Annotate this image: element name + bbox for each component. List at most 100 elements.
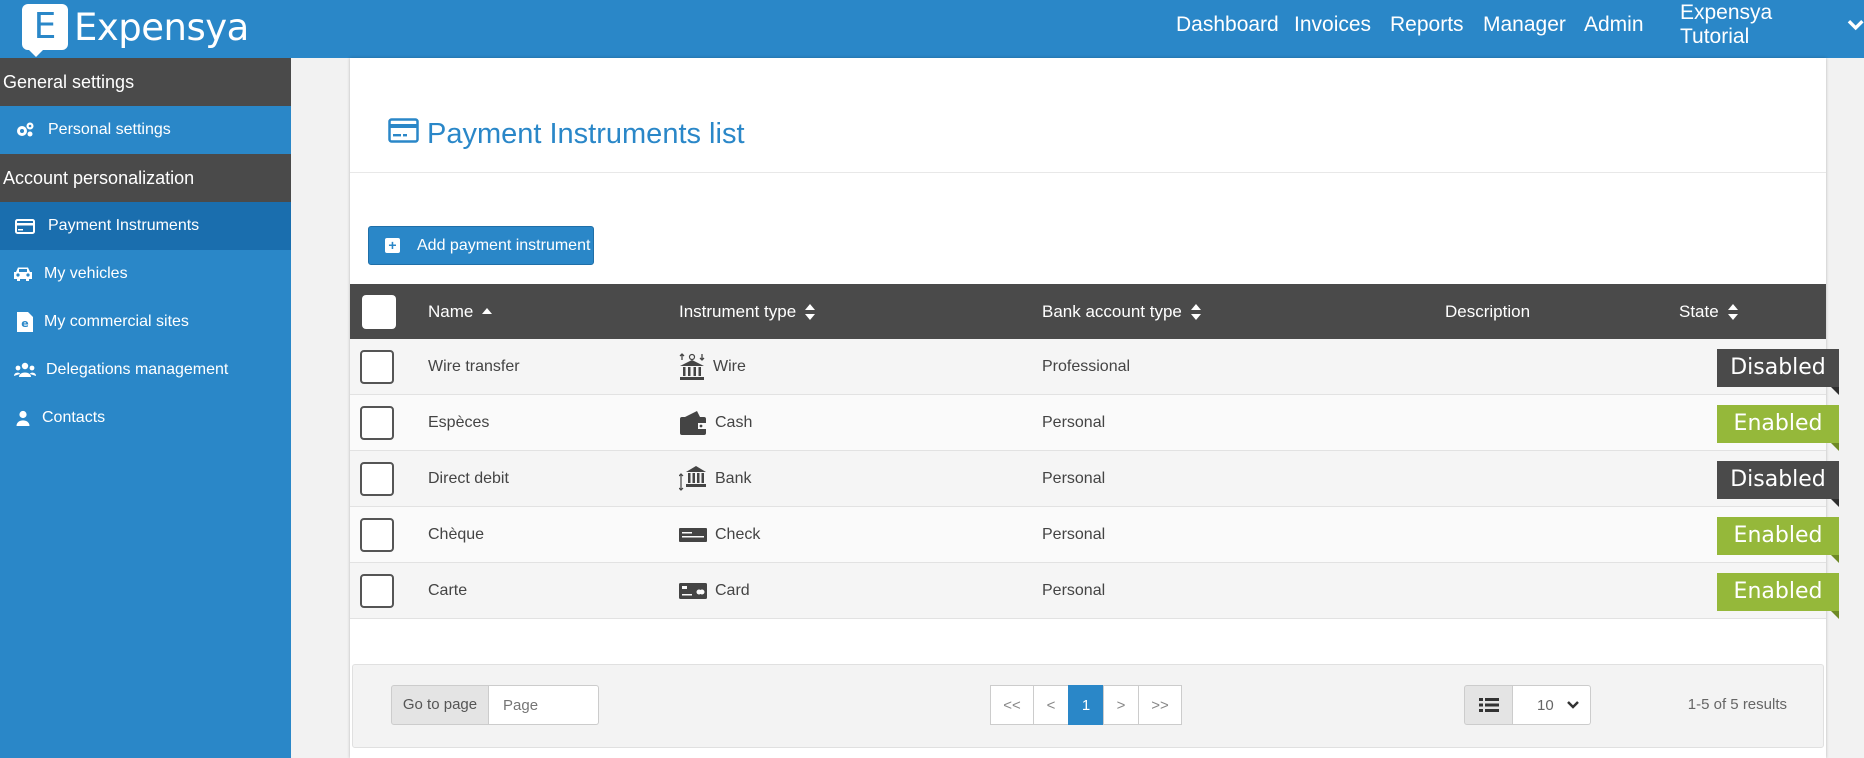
row-checkbox[interactable] <box>360 574 394 608</box>
type-cell: Card <box>679 563 750 619</box>
sidebar-item-payment-instruments[interactable]: Payment Instruments <box>0 202 291 250</box>
status-badge[interactable]: Enabled <box>1717 517 1839 563</box>
status-badge[interactable]: Disabled <box>1717 461 1839 507</box>
name-cell: Espèces <box>428 414 490 431</box>
nav-reports[interactable]: Reports <box>1390 0 1464 50</box>
bank-account-cell: Personal <box>1042 470 1106 487</box>
nav-manager-link[interactable]: Manager <box>1483 13 1566 37</box>
page-input[interactable] <box>489 685 599 725</box>
nav-admin[interactable]: Admin <box>1584 0 1644 50</box>
status-badge[interactable]: Enabled <box>1717 573 1839 619</box>
column-header-label: Description <box>1445 301 1531 321</box>
title-divider <box>350 172 1826 173</box>
logo-text: Expensya <box>74 5 249 49</box>
table-row[interactable]: Wire transfer Wire Professional Disabled <box>350 339 1839 395</box>
type-label: Wire <box>713 358 746 375</box>
user-icon <box>12 410 34 426</box>
column-header-name[interactable]: Name <box>428 284 493 339</box>
page-size: 10 <box>1464 685 1591 725</box>
column-header-label: Instrument type <box>679 301 797 321</box>
credit-card-icon <box>388 118 419 151</box>
name-cell: Direct debit <box>428 470 509 487</box>
car-icon <box>12 266 34 282</box>
column-header-description: Description <box>1445 284 1530 339</box>
results-count: 1-5 of 5 results <box>1687 696 1787 713</box>
name-cell: Wire transfer <box>428 358 520 375</box>
nav-invoices-link[interactable]: Invoices <box>1294 13 1371 37</box>
table-row[interactable]: Chèque Check Personal Enabled <box>350 507 1839 563</box>
sort-icon <box>805 303 816 320</box>
list-view-icon[interactable] <box>1464 685 1513 725</box>
sidebar-item-delegations[interactable]: Delegations management <box>0 346 291 394</box>
type-label: Check <box>715 526 761 543</box>
column-header-label: Bank account type <box>1042 301 1182 321</box>
first-page-button[interactable]: << <box>990 685 1034 725</box>
nav-dashboard[interactable]: Dashboard <box>1176 0 1279 50</box>
prev-page-button[interactable]: < <box>1033 685 1069 725</box>
sidebar-item-label: Personal settings <box>48 121 171 138</box>
add-button-label: Add payment instrument <box>417 236 591 254</box>
type-label: Bank <box>715 470 752 487</box>
top-bar: E Expensya Dashboard Invoices Reports Ma… <box>0 0 1864 58</box>
nav-admin-link[interactable]: Admin <box>1584 13 1644 37</box>
wire-transfer-icon <box>679 353 705 380</box>
status-badge[interactable]: Enabled <box>1717 405 1839 451</box>
sort-asc-icon <box>482 307 493 314</box>
nav-invoices[interactable]: Invoices <box>1294 0 1371 50</box>
row-select-cell <box>360 339 394 395</box>
sidebar-item-contacts[interactable]: Contacts <box>0 394 291 442</box>
credit-card-icon <box>14 218 36 234</box>
main-card: Payment Instruments list + Add payment i… <box>350 58 1839 758</box>
column-header-state[interactable]: State <box>1679 284 1739 339</box>
name-cell: Chèque <box>428 526 485 543</box>
nav-reports-link[interactable]: Reports <box>1390 13 1464 37</box>
table-row[interactable]: Carte Card Personal Enabled <box>350 563 1839 619</box>
nav-manager[interactable]: Manager <box>1483 0 1566 50</box>
column-header-bank-account-type[interactable]: Bank account type <box>1042 284 1202 339</box>
page-size-select[interactable]: 10 <box>1513 685 1591 725</box>
bank-account-cell: Personal <box>1042 526 1106 543</box>
name-cell: Carte <box>428 582 468 599</box>
row-checkbox[interactable] <box>360 518 394 552</box>
sidebar-item-personal-settings[interactable]: Personal settings <box>0 106 291 154</box>
sidebar-item-label: Payment Instruments <box>48 217 200 234</box>
status-badge[interactable]: Disabled <box>1717 349 1839 395</box>
type-cell: Bank <box>679 451 751 507</box>
page-title-text: Payment Instruments list <box>427 118 745 150</box>
add-payment-instrument-button[interactable]: + Add payment instrument <box>368 226 594 265</box>
page-size-value: 10 <box>1537 696 1554 714</box>
row-select-cell <box>360 395 394 451</box>
row-checkbox[interactable] <box>360 406 394 440</box>
row-checkbox[interactable] <box>360 462 394 496</box>
type-label: Card <box>715 582 750 599</box>
user-menu[interactable]: Expensya Tutorial <box>1680 0 1864 50</box>
sidebar: General settings Personal settings Accou… <box>0 58 291 758</box>
go-to-page: Go to page <box>391 685 599 725</box>
table-row[interactable]: Direct debit Bank Personal Disabled <box>350 451 1839 507</box>
pagination: << < 1 > >> <box>990 685 1182 725</box>
check-icon <box>679 528 707 542</box>
select-all-checkbox[interactable] <box>362 294 396 329</box>
chevron-down-icon <box>1567 701 1579 709</box>
bank-icon <box>679 466 706 491</box>
table-header: Name Instrument type Bank account type D… <box>350 284 1826 339</box>
page-1-button[interactable]: 1 <box>1068 685 1104 725</box>
type-cell: Cash <box>679 395 752 451</box>
column-header-label: Name <box>428 301 474 321</box>
row-checkbox[interactable] <box>360 350 394 384</box>
nav-dashboard-link[interactable]: Dashboard <box>1176 13 1279 37</box>
sidebar-item-commercial-sites[interactable]: e My commercial sites <box>0 298 291 346</box>
select-all-cell <box>362 284 396 339</box>
bank-account-cell: Professional <box>1042 358 1131 375</box>
column-header-instrument-type[interactable]: Instrument type <box>679 284 816 339</box>
commercial-site-icon: e <box>14 311 36 333</box>
sidebar-item-label: My commercial sites <box>44 313 189 330</box>
next-page-button[interactable]: > <box>1103 685 1139 725</box>
svg-text:e: e <box>21 317 28 330</box>
go-to-page-button[interactable]: Go to page <box>391 685 489 725</box>
last-page-button[interactable]: >> <box>1138 685 1182 725</box>
expensya-logo[interactable]: E Expensya <box>22 2 249 57</box>
table-row[interactable]: Espèces Cash Personal Enabled <box>350 395 1839 451</box>
sidebar-item-my-vehicles[interactable]: My vehicles <box>0 250 291 298</box>
sidebar-item-label: Delegations management <box>46 361 229 378</box>
